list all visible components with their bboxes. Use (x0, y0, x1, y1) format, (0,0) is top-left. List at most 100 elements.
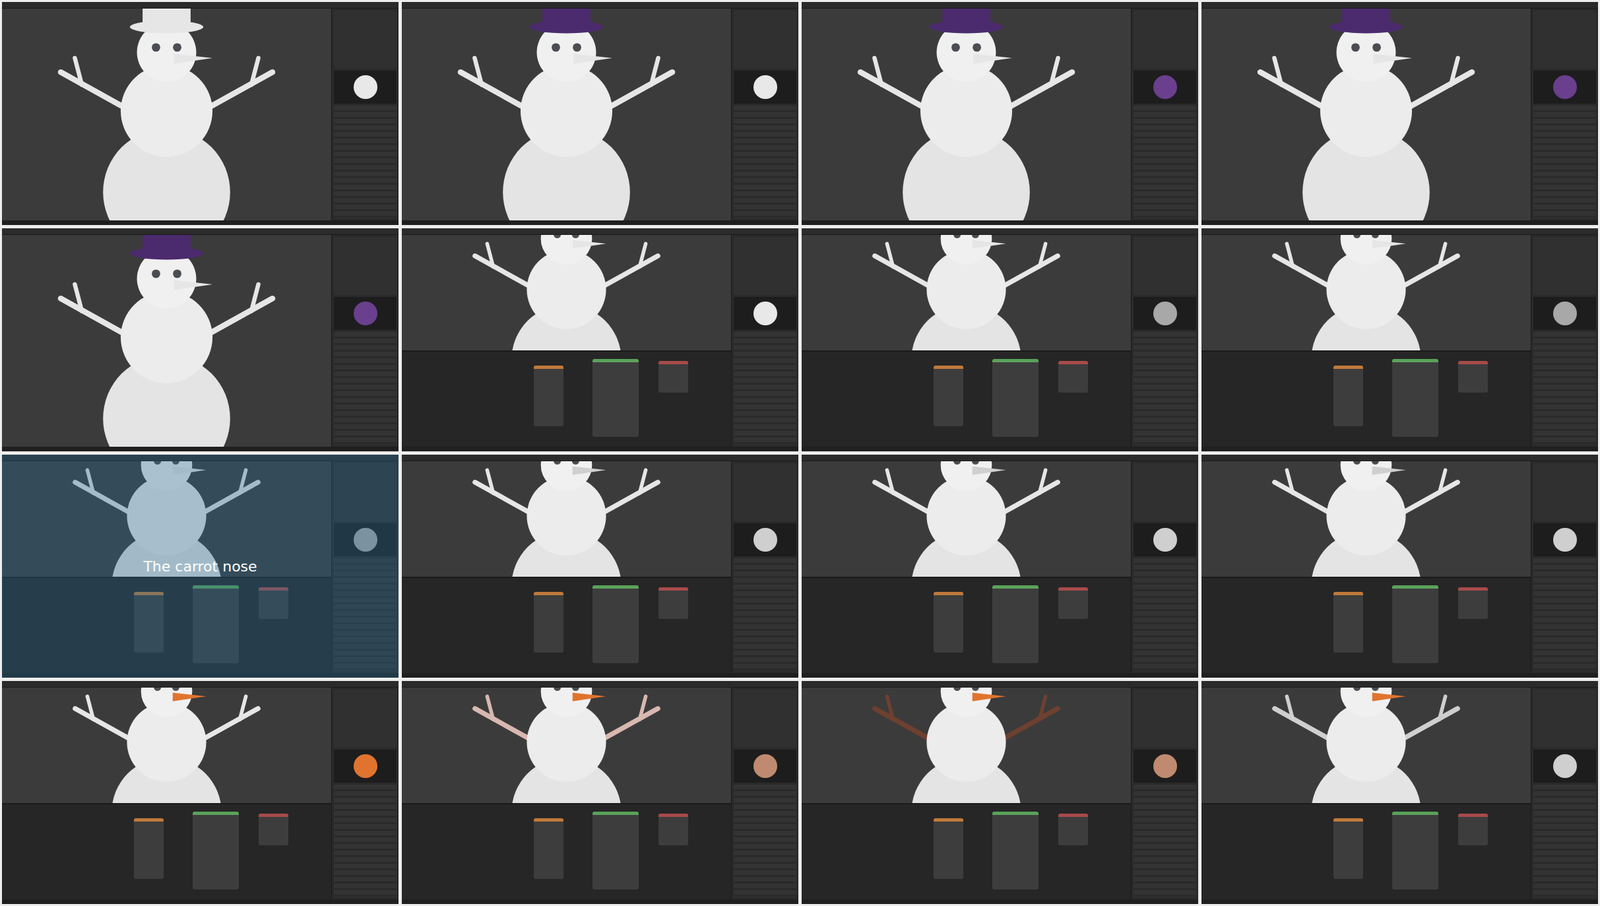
material-settings[interactable] (1133, 784, 1197, 898)
output-node[interactable] (1058, 360, 1088, 393)
texture-node[interactable] (1333, 818, 1364, 879)
outliner[interactable] (1533, 10, 1597, 69)
outliner[interactable] (733, 10, 797, 69)
outliner[interactable] (1133, 10, 1197, 69)
video-frame[interactable] (1201, 680, 1599, 904)
viewport[interactable] (801, 687, 1131, 803)
node-editor[interactable] (1201, 350, 1531, 447)
viewport[interactable] (401, 687, 732, 803)
output-node[interactable] (658, 587, 689, 619)
output-node[interactable] (1058, 813, 1088, 846)
texture-node[interactable] (533, 818, 564, 879)
texture-node[interactable] (1333, 591, 1364, 653)
material-settings[interactable] (1533, 331, 1597, 445)
node-editor[interactable] (401, 350, 732, 447)
video-frame[interactable] (1201, 228, 1599, 452)
viewport[interactable] (1, 687, 332, 803)
video-frame[interactable] (801, 454, 1199, 678)
material-settings[interactable] (733, 331, 797, 445)
outliner[interactable] (1133, 689, 1197, 748)
outliner[interactable] (733, 463, 797, 522)
material-settings[interactable] (333, 331, 397, 445)
shader-node[interactable] (1392, 585, 1439, 664)
video-frame[interactable] (801, 680, 1199, 904)
outliner[interactable] (333, 10, 397, 69)
video-frame[interactable] (401, 1, 799, 225)
viewport[interactable] (1201, 461, 1531, 577)
node-editor[interactable] (801, 350, 1131, 447)
material-settings[interactable] (733, 105, 797, 219)
node-editor[interactable] (801, 576, 1131, 673)
shader-node[interactable] (592, 811, 639, 890)
output-node[interactable] (258, 813, 289, 846)
outliner[interactable] (733, 689, 797, 748)
video-frame[interactable] (801, 1, 1199, 225)
shader-node[interactable] (992, 811, 1039, 890)
shader-node[interactable] (992, 358, 1039, 437)
output-node[interactable] (1458, 360, 1488, 393)
outliner[interactable] (333, 689, 397, 748)
outliner[interactable] (733, 236, 797, 295)
output-node[interactable] (1458, 587, 1488, 619)
texture-node[interactable] (933, 591, 964, 653)
material-settings[interactable] (333, 784, 397, 898)
material-settings[interactable] (1133, 558, 1197, 672)
texture-node[interactable] (533, 591, 564, 653)
shader-node[interactable] (1392, 358, 1439, 437)
viewport[interactable] (1201, 8, 1531, 221)
node-editor[interactable] (1, 802, 332, 900)
viewport[interactable] (801, 234, 1131, 351)
material-settings[interactable] (1533, 105, 1597, 219)
material-settings[interactable] (733, 784, 797, 898)
shader-node[interactable] (1392, 811, 1439, 890)
video-frame[interactable] (401, 680, 799, 904)
outliner[interactable] (1533, 689, 1597, 748)
node-editor[interactable] (401, 576, 732, 673)
shader-node[interactable] (592, 585, 639, 664)
material-settings[interactable] (1133, 105, 1197, 219)
outliner[interactable] (1533, 463, 1597, 522)
node-editor[interactable] (801, 802, 1131, 900)
node-editor[interactable] (1201, 576, 1531, 673)
video-frame[interactable] (1, 680, 399, 904)
outliner[interactable] (1133, 236, 1197, 295)
video-frame[interactable] (1201, 454, 1599, 678)
node-editor[interactable] (401, 802, 732, 900)
material-settings[interactable] (1533, 558, 1597, 672)
outliner[interactable] (1533, 236, 1597, 295)
viewport[interactable] (401, 461, 732, 577)
video-frame[interactable] (401, 454, 799, 678)
viewport[interactable] (401, 234, 732, 351)
video-frame[interactable] (801, 228, 1199, 452)
viewport[interactable] (401, 8, 732, 221)
material-settings[interactable] (733, 558, 797, 672)
video-frame[interactable] (401, 228, 799, 452)
material-settings[interactable] (1533, 784, 1597, 898)
video-frame[interactable]: The carrot nose (1, 454, 399, 678)
node-editor[interactable] (1201, 802, 1531, 900)
outliner[interactable] (1133, 463, 1197, 522)
viewport[interactable] (801, 461, 1131, 577)
viewport[interactable] (1, 234, 332, 447)
shader-node[interactable] (192, 811, 239, 890)
viewport[interactable] (1, 8, 332, 221)
texture-node[interactable] (533, 365, 564, 427)
outliner[interactable] (333, 236, 397, 295)
shader-node[interactable] (992, 585, 1039, 664)
shader-node[interactable] (592, 358, 639, 437)
texture-node[interactable] (1333, 365, 1364, 427)
video-frame[interactable] (1, 228, 399, 452)
output-node[interactable] (658, 813, 689, 846)
material-settings[interactable] (1133, 331, 1197, 445)
texture-node[interactable] (133, 818, 164, 879)
video-frame[interactable] (1201, 1, 1599, 225)
output-node[interactable] (1458, 813, 1488, 846)
material-settings[interactable] (333, 105, 397, 219)
viewport[interactable] (801, 8, 1131, 221)
viewport[interactable] (1201, 687, 1531, 803)
video-frame[interactable] (1, 1, 399, 225)
texture-node[interactable] (933, 818, 964, 879)
output-node[interactable] (658, 360, 689, 393)
viewport[interactable] (1201, 234, 1531, 351)
output-node[interactable] (1058, 587, 1088, 619)
